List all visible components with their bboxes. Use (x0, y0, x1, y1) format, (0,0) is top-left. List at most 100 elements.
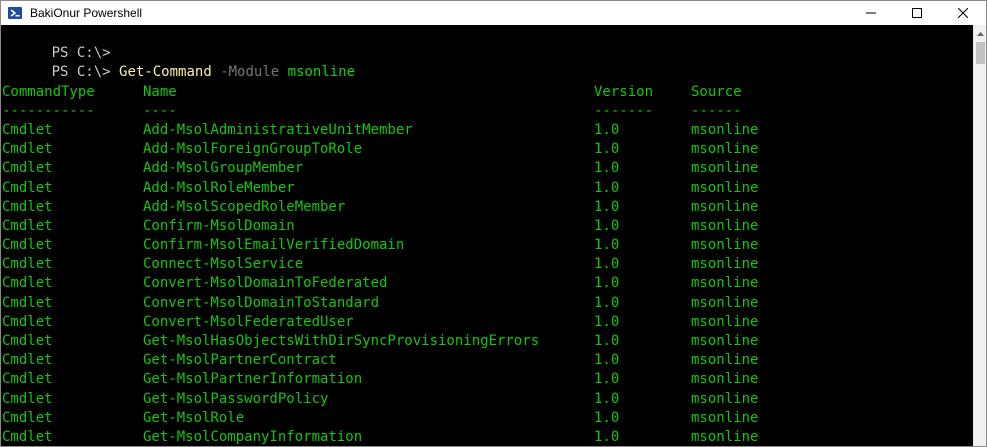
scrollbar-thumb[interactable] (976, 42, 985, 64)
cell-name: Add-MsolRoleMember (143, 179, 295, 196)
table-row: Cmdlet Get-MsolPartnerContract 1.0 msonline (1, 351, 974, 370)
prompt-line: PS C:\> Get-Command -Module msonline (1, 44, 974, 80)
title-bar[interactable]: BakiOnur Powershell (1, 1, 986, 25)
cell-commandtype: Cmdlet (2, 179, 53, 196)
cell-name: Add-MsolAdministrativeUnitMember (143, 121, 413, 138)
cell-commandtype: Cmdlet (2, 333, 53, 349)
cell-name: Get-MsolRole (143, 409, 245, 426)
cell-name: Convert-MsolDomainToStandard (143, 294, 380, 311)
cell-commandtype: Cmdlet (2, 371, 53, 388)
cell-commandtype: Cmdlet (2, 217, 53, 234)
separator: ------ (691, 102, 742, 119)
table-row: Cmdlet Convert-MsolFederatedUser 1.0 msonli… (1, 313, 974, 332)
close-icon (958, 8, 968, 18)
window-title: BakiOnur Powershell (30, 6, 143, 20)
cell-source: msonline (691, 198, 759, 215)
cell-version: 1.0 (594, 198, 620, 215)
minimize-icon (866, 12, 876, 14)
cell-commandtype: Cmdlet (2, 428, 53, 445)
cell-version: 1.0 (594, 160, 620, 177)
cell-version: 1.0 (594, 313, 620, 330)
separator: ----------- (2, 102, 95, 119)
cell-name: Add-MsolScopedRoleMember (143, 198, 346, 215)
separator: ---- (143, 102, 177, 119)
cell-source: msonline (691, 313, 759, 330)
cell-commandtype: Cmdlet (2, 294, 53, 311)
cell-commandtype: Cmdlet (2, 352, 53, 369)
header-commandtype: CommandType (2, 83, 95, 100)
cell-name: Get-MsolPasswordPolicy (143, 390, 329, 407)
cell-version: 1.0 (594, 390, 620, 407)
cell-source: msonline (691, 390, 759, 407)
cell-source: msonline (691, 275, 759, 292)
cell-version: 1.0 (594, 256, 620, 273)
cell-version: 1.0 (594, 409, 620, 426)
table-row: Cmdlet Add-MsolAdministrativeUnitMember 1.… (1, 121, 974, 140)
powershell-icon (7, 5, 23, 21)
table-row: Cmdlet Convert-MsolDomainToFederated 1.0 ms… (1, 274, 974, 293)
cell-commandtype: Cmdlet (2, 409, 53, 426)
header-name: Name (143, 83, 177, 100)
cell-commandtype: Cmdlet (2, 275, 53, 292)
cell-source: msonline (691, 294, 759, 311)
cell-commandtype: Cmdlet (2, 390, 53, 407)
cell-name: Get-MsolPartnerContract (143, 352, 337, 369)
cell-version: 1.0 (594, 352, 620, 369)
vertical-scrollbar[interactable] (973, 25, 986, 446)
cell-version: 1.0 (594, 121, 620, 138)
cell-source: msonline (691, 141, 759, 158)
table-row: Cmdlet Confirm-MsolDomain 1.0 msonline (1, 217, 974, 236)
cell-version: 1.0 (594, 294, 620, 311)
header-version: Version (594, 83, 654, 100)
cell-name: Confirm-MsolEmailVerifiedDomain (143, 237, 405, 254)
console-output[interactable]: PS C:\> PS C:\> Get-Command -Module mson… (1, 25, 974, 446)
cell-source: msonline (691, 256, 759, 273)
table-row: Cmdlet Add-MsolRoleMember 1.0 msonline (1, 179, 974, 198)
close-button[interactable] (940, 1, 986, 25)
separator: ------- (594, 102, 654, 119)
cell-name: Get-MsolCompanyInformation (143, 428, 363, 445)
cell-name: Convert-MsolDomainToFederated (143, 275, 388, 292)
cell-commandtype: Cmdlet (2, 198, 53, 215)
cell-version: 1.0 (594, 141, 620, 158)
table-row: Cmdlet Get-MsolPasswordPolicy 1.0 msonline (1, 390, 974, 409)
cell-source: msonline (691, 217, 759, 234)
cell-version: 1.0 (594, 428, 620, 445)
cell-version: 1.0 (594, 275, 620, 292)
header-source: Source (691, 83, 742, 100)
cell-name: Get-MsolHasObjectsWithDirSyncProvisionin… (143, 333, 540, 349)
prompt-line: PS C:\> (1, 25, 974, 61)
cell-source: msonline (691, 371, 759, 388)
cell-name: Connect-MsolService (143, 256, 304, 273)
cell-source: msonline (691, 179, 759, 196)
minimize-button[interactable] (848, 1, 894, 25)
table-row: Cmdlet Get-MsolPartnerInformation 1.0 msonl… (1, 370, 974, 389)
table-row: Cmdlet Confirm-MsolEmailVerifiedDomain 1.0… (1, 236, 974, 255)
cell-name: Add-MsolForeignGroupToRole (143, 141, 363, 158)
cell-version: 1.0 (594, 179, 620, 196)
cell-source: msonline (691, 237, 759, 254)
cell-version: 1.0 (594, 371, 620, 388)
maximize-button[interactable] (894, 1, 940, 25)
table-body: Cmdlet Add-MsolAdministrativeUnitMember 1.… (1, 121, 974, 446)
cell-commandtype: Cmdlet (2, 256, 53, 273)
cell-name: Confirm-MsolDomain (143, 217, 295, 234)
table-row: Cmdlet Add-MsolGroupMember 1.0 msonline (1, 159, 974, 178)
cell-source: msonline (691, 409, 759, 426)
table-separator-row: ----------- ---- ------- ------ (1, 102, 974, 121)
cell-commandtype: Cmdlet (2, 141, 53, 158)
chevron-up-icon (977, 31, 984, 36)
maximize-icon (912, 8, 922, 18)
table-row: Cmdlet Add-MsolForeignGroupToRole 1.0 msonl… (1, 140, 974, 159)
table-row: Cmdlet Get-MsolCompanyInformation 1.0 msonl… (1, 428, 974, 446)
table-row: Cmdlet Get-MsolHasObjectsWithDirSyncProvi… (1, 332, 974, 351)
cell-version: 1.0 (594, 333, 620, 349)
cell-name: Get-MsolPartnerInformation (143, 371, 363, 388)
table-row: Cmdlet Add-MsolScopedRoleMember 1.0 msonlin… (1, 198, 974, 217)
cell-commandtype: Cmdlet (2, 237, 53, 254)
scroll-up-button[interactable] (974, 25, 987, 42)
cell-name: Convert-MsolFederatedUser (143, 313, 354, 330)
powershell-window: BakiOnur Powershell PS C:\> PS C:\> Get-… (0, 0, 987, 447)
table-row: Cmdlet Connect-MsolService 1.0 msonline (1, 255, 974, 274)
